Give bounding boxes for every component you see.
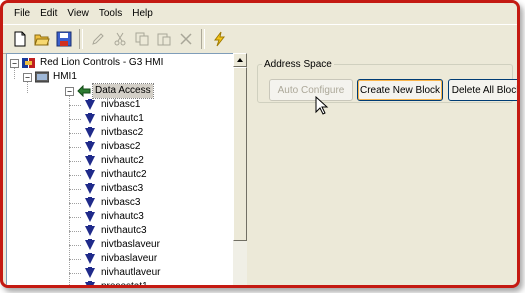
tag-icon	[83, 127, 97, 139]
hmi-device-icon	[34, 71, 50, 83]
copy-icon	[131, 28, 153, 50]
tag-icon	[83, 113, 97, 125]
tree-tag-label: nivtbasc3	[101, 183, 144, 194]
delete-icon	[175, 28, 197, 50]
tree-scrollbar[interactable]	[233, 53, 247, 285]
tag-icon	[83, 155, 97, 167]
toolbar-separator	[79, 29, 83, 49]
tree-guide	[69, 245, 81, 246]
tree-device-label: HMI1	[53, 71, 77, 82]
tag-icon	[83, 183, 97, 195]
tree-tag-item[interactable]: nivtbasc2	[83, 126, 145, 140]
tag-icon	[83, 197, 97, 209]
tree-tag-item[interactable]: nivtbaslaveur	[83, 238, 162, 252]
tag-icon	[83, 141, 97, 153]
scroll-up-button[interactable]	[233, 53, 247, 67]
tag-icon	[83, 225, 97, 237]
scroll-thumb[interactable]	[233, 67, 247, 241]
tag-icon	[83, 253, 97, 265]
tree-tag-label: nivhautlaveur	[101, 267, 161, 278]
tag-icon	[83, 211, 97, 223]
data-access-icon	[77, 84, 91, 98]
tag-icon	[83, 99, 97, 111]
menu-tools[interactable]: Tools	[94, 8, 127, 19]
tree-tag-item[interactable]: nivthautc2	[83, 168, 149, 182]
tree-guide	[69, 133, 81, 134]
tree-guide	[69, 175, 81, 176]
tree-tag-item[interactable]: nivhautlaveur	[83, 266, 162, 280]
tree-root[interactable]: − Red Lion Controls - G3 HMI	[10, 56, 165, 70]
tree-guide	[69, 259, 81, 260]
tree-tag-item[interactable]: nivbasc1	[83, 98, 142, 112]
tree-tag-label: nivtbaslaveur	[101, 239, 160, 250]
collapse-icon[interactable]: −	[65, 86, 74, 96]
tree-tag-label: nivhautc1	[101, 113, 144, 124]
menu-bar: File Edit View Tools Help	[3, 3, 517, 23]
collapse-icon[interactable]: −	[23, 72, 32, 82]
pane-splitter[interactable]	[247, 53, 257, 285]
tree-tag-item[interactable]: nivhautc1	[83, 112, 146, 126]
create-new-block-button[interactable]: Create New Block	[357, 79, 443, 101]
tree-guide	[69, 273, 81, 274]
toolbar-separator	[201, 29, 205, 49]
paste-icon	[153, 28, 175, 50]
cut-icon	[109, 28, 131, 50]
tree-root-label: Red Lion Controls - G3 HMI	[40, 57, 164, 68]
app-window: File Edit View Tools Help − Red Lion Con…	[0, 0, 520, 288]
tag-icon	[83, 267, 97, 279]
tree-tag-item[interactable]: nivhautc3	[83, 210, 146, 224]
tag-icon	[83, 281, 97, 285]
auto-configure-button[interactable]: Auto Configure	[269, 79, 353, 101]
tree-device[interactable]: − HMI1	[23, 70, 79, 84]
tree-tag-item[interactable]: nivtbasc3	[83, 182, 145, 196]
tree-section-label: Data Access	[92, 83, 154, 99]
tree-guide	[69, 161, 81, 162]
menu-edit[interactable]: Edit	[35, 8, 62, 19]
tree-guide	[69, 231, 81, 232]
tree-guide	[69, 217, 81, 218]
tree-tag-label: nivtbasc2	[101, 127, 144, 138]
tree-tag-label: nivthautc2	[101, 169, 147, 180]
tree-tag-label: nivhautc2	[101, 155, 144, 166]
tree-tag-label: nivbasc3	[101, 197, 141, 208]
tree-guide	[69, 203, 81, 204]
menu-file[interactable]: File	[9, 8, 35, 19]
tree-guide	[69, 147, 81, 148]
redlion-icon	[22, 57, 36, 69]
lightning-icon[interactable]	[209, 28, 231, 50]
tree-tag-item[interactable]: nivbaslaveur	[83, 252, 159, 266]
tree-tag-item[interactable]: nivthautc3	[83, 224, 149, 238]
tree-view[interactable]: − Red Lion Controls - G3 HMI − HMI1 − Da…	[6, 53, 234, 288]
open-folder-icon[interactable]	[31, 28, 53, 50]
pencil-icon	[87, 28, 109, 50]
collapse-icon[interactable]: −	[10, 58, 19, 68]
menu-view[interactable]: View	[62, 8, 94, 19]
tree-guide	[69, 287, 81, 288]
tree-tag-label: nivthautc3	[101, 225, 147, 236]
tree-tag-item[interactable]: presostat1	[83, 280, 150, 288]
tree-tag-item[interactable]: nivbasc2	[83, 140, 142, 154]
tree-tag-label: nivhautc3	[101, 211, 144, 222]
delete-all-blocks-button[interactable]: Delete All Blocks	[448, 79, 517, 101]
tree-tag-label: nivbasc1	[101, 99, 141, 110]
tree-tag-label: nivbaslaveur	[101, 253, 158, 264]
address-space-legend: Address Space	[264, 59, 332, 70]
new-document-icon[interactable]	[9, 28, 31, 50]
address-space-panel: Address Space Auto Configure Create New …	[257, 53, 517, 285]
tree-tag-item[interactable]: nivhautc2	[83, 154, 146, 168]
tag-icon	[83, 169, 97, 181]
tree-tag-item[interactable]: nivbasc3	[83, 196, 142, 210]
tree-guide	[69, 105, 81, 106]
tree-tag-label: nivbasc2	[101, 141, 141, 152]
tree-tag-label: presostat1	[101, 281, 148, 288]
tree-guide	[69, 119, 81, 120]
toolbar	[3, 24, 517, 54]
tag-icon	[83, 239, 97, 251]
tree-guide	[69, 189, 81, 190]
mouse-pointer-icon	[315, 96, 329, 115]
save-icon[interactable]	[53, 28, 75, 50]
menu-help[interactable]: Help	[127, 8, 158, 19]
tree-section[interactable]: − Data Access	[65, 83, 154, 99]
